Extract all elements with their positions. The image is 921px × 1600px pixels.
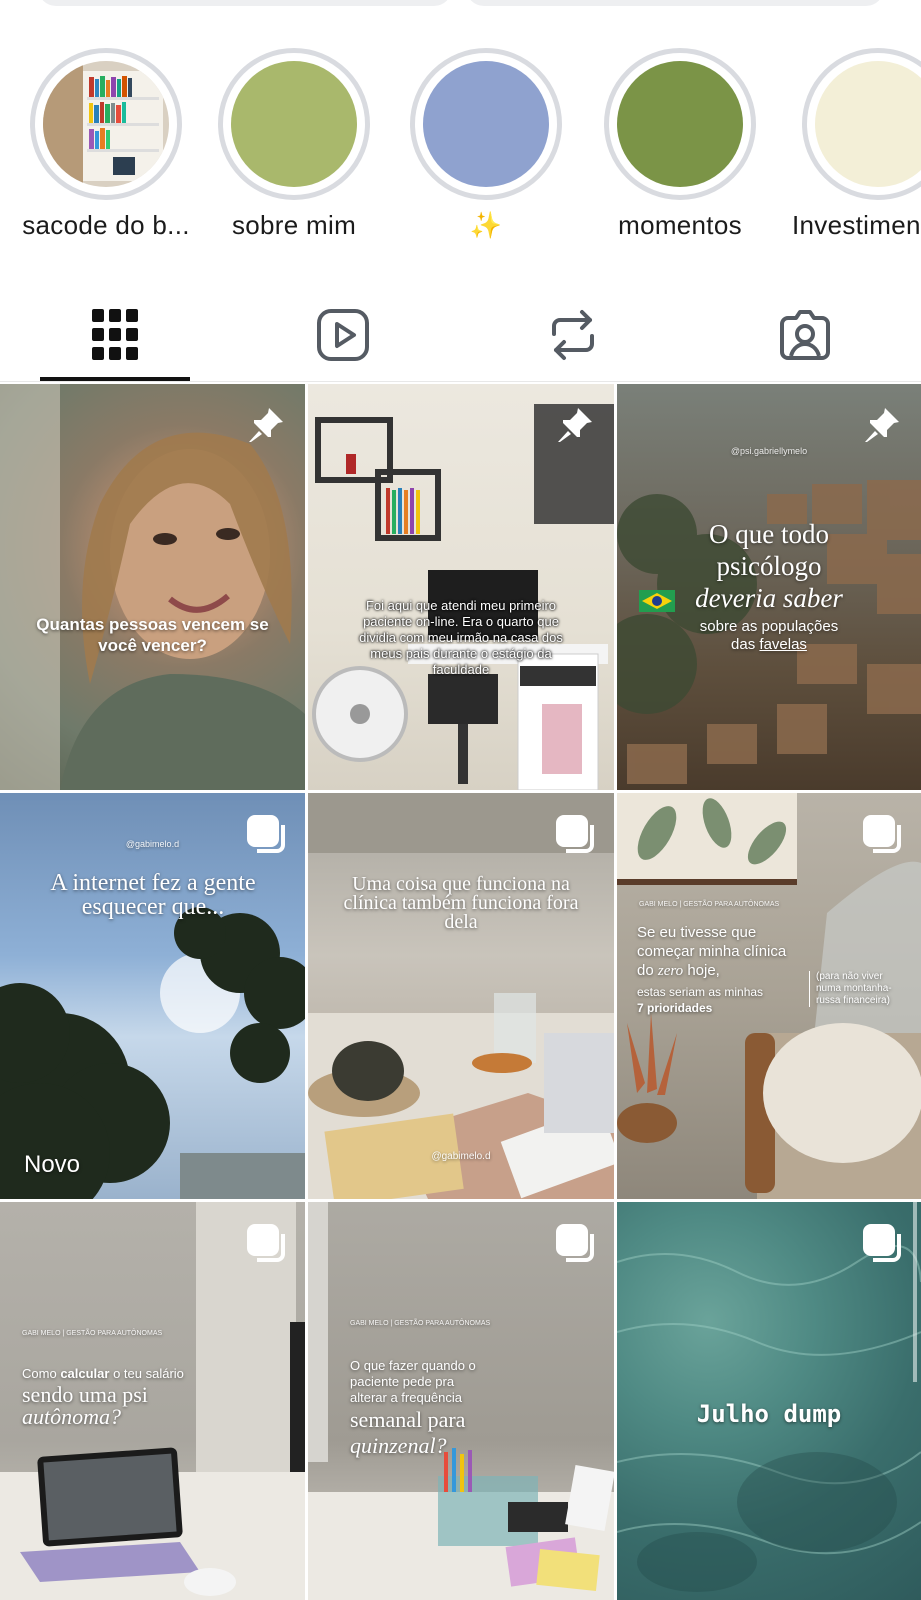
top-action-bar	[0, 0, 921, 12]
post-title: Uma coisa que funciona na clínica também…	[343, 873, 579, 933]
post-subtitle-underlined: favelas	[759, 636, 807, 653]
post-title: Se eu tivesse que começar minha clínica …	[637, 923, 807, 981]
highlight-sacode[interactable]: sacode do b...	[10, 48, 202, 241]
highlight-label: sacode do b...	[22, 210, 190, 240]
post-tile[interactable]: @psi.gabriellymelo O que todo psicólogo …	[617, 384, 921, 790]
post-subtitle: sobre as populações	[699, 618, 839, 635]
post-subtitle: estas seriam as minhas	[637, 985, 764, 999]
post-line: autônoma?	[22, 1404, 121, 1429]
posts-grid: Quantas pessoas vencem se você vencer? F…	[0, 384, 921, 1600]
post-line: sendo uma psi	[22, 1382, 148, 1407]
profile-tabs	[0, 290, 921, 382]
post-tile[interactable]: Quantas pessoas vencem se você vencer?	[0, 384, 305, 790]
post-tile[interactable]: Foi aqui que atendi meu primeiro pacient…	[308, 384, 614, 790]
highlight-momentos[interactable]: momentos	[584, 48, 776, 241]
story-highlights: sacode do b... sobre mim ✨ momentos Inve…	[0, 48, 921, 248]
post-note: (para não viver numa montanha-russa fina…	[809, 971, 903, 1007]
post-title-emphasis: zero	[657, 963, 684, 979]
post-tile[interactable]: Julho dump	[617, 1202, 921, 1600]
post-handle: @gabimelo.d	[431, 1151, 491, 1162]
highlight-label: ✨	[469, 210, 503, 240]
highlight-cover	[617, 61, 743, 187]
post-title: Julho dump	[696, 1400, 842, 1428]
tab-reels[interactable]	[268, 290, 418, 380]
reposts-icon	[552, 310, 594, 360]
pin-icon	[865, 408, 899, 442]
edit-profile-button[interactable]	[38, 0, 452, 6]
highlight-label: momentos	[618, 210, 742, 240]
highlight-cover	[423, 61, 549, 187]
tab-reposts[interactable]	[498, 290, 648, 380]
post-caption: Foi aqui que atendi meu primeiro pacient…	[359, 598, 563, 677]
post-header: GABI MELO | GESTÃO PARA AUTÔNOMAS	[22, 1330, 163, 1337]
carousel-icon	[556, 815, 594, 853]
highlight-sobre-mim[interactable]: sobre mim	[198, 48, 390, 241]
post-tile[interactable]: GABI MELO | GESTÃO PARA AUTÔNOMAS Como c…	[0, 1202, 305, 1600]
active-tab-indicator	[40, 377, 190, 381]
highlight-investimentos[interactable]: Investimen	[775, 48, 921, 241]
post-line: Como calcular o teu salário	[22, 1366, 282, 1381]
post-handle: @gabimelo.d	[125, 839, 180, 849]
tagged-icon	[780, 310, 830, 360]
post-subtitle-text: das	[731, 636, 756, 653]
post-title-line: deveria saber	[695, 583, 843, 613]
highlight-label: Investimen	[792, 210, 921, 240]
carousel-icon	[863, 815, 901, 853]
post-subtitle-bold: 7 prioridades	[637, 1001, 713, 1015]
new-label: Novo	[24, 1151, 81, 1178]
highlight-sparkles[interactable]: ✨	[390, 48, 582, 241]
post-title: A internet fez a gente esquecer que...	[50, 870, 256, 920]
post-handle: @psi.gabriellymelo	[730, 446, 808, 456]
post-tile[interactable]: Uma coisa que funciona na clínica também…	[308, 793, 614, 1199]
post-line-text: Como	[22, 1366, 57, 1381]
post-title-line: psicólogo	[716, 551, 822, 581]
post-title-line: O que todo	[709, 519, 829, 549]
post-tile[interactable]: @gabimelo.d A internet fez a gente esque…	[0, 793, 305, 1199]
post-tile[interactable]: GABI MELO | GESTÃO PARA AUTÔNOMAS O que …	[308, 1202, 614, 1600]
tab-tagged[interactable]	[730, 290, 880, 380]
highlight-cover	[231, 61, 357, 187]
pin-icon	[558, 408, 592, 442]
post-title-text-2: hoje,	[687, 962, 720, 979]
post-tile[interactable]: GABI MELO | GESTÃO PARA AUTÔNOMAS Se eu …	[617, 793, 921, 1199]
post-line: semanal para	[350, 1407, 466, 1432]
post-line: quinzenal?	[350, 1433, 447, 1458]
post-line-bold: calcular	[60, 1366, 110, 1381]
post-line-text-2: o teu salário	[113, 1366, 184, 1381]
post-header: GABI MELO | GESTÃO PARA AUTÔNOMAS	[639, 901, 780, 908]
pin-icon	[249, 408, 283, 442]
carousel-icon	[556, 1224, 594, 1262]
highlight-label: sobre mim	[231, 210, 357, 240]
post-caption: Quantas pessoas vencem se você vencer?	[36, 615, 269, 655]
tab-posts[interactable]	[40, 290, 190, 380]
bookshelf-thumbnail	[43, 61, 169, 187]
reels-icon	[317, 309, 369, 361]
post-subtitle: das favelas	[617, 636, 921, 653]
share-profile-button[interactable]	[466, 0, 884, 6]
carousel-icon	[247, 1224, 285, 1262]
post-line: O que fazer quando o paciente pede pra a…	[350, 1358, 476, 1405]
post-header: GABI MELO | GESTÃO PARA AUTÔNOMAS	[350, 1320, 491, 1327]
highlight-cover	[815, 61, 921, 187]
grid-icon	[92, 309, 138, 360]
carousel-icon	[863, 1224, 901, 1262]
